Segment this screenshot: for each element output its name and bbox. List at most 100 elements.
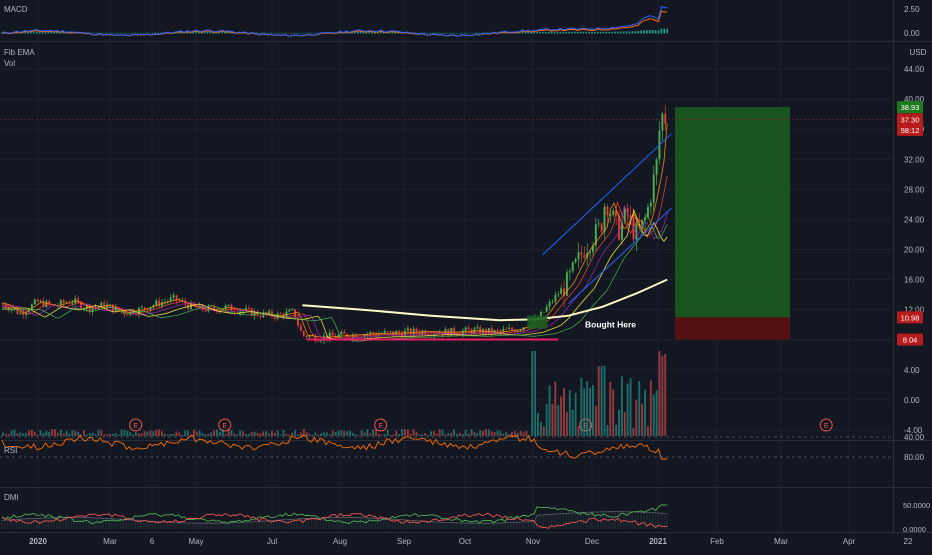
volume-bar bbox=[565, 412, 568, 436]
macd-histogram-bar bbox=[102, 32, 105, 34]
macd-histogram-bar bbox=[108, 32, 110, 34]
volume-bar bbox=[592, 385, 594, 436]
dmi-area-bar bbox=[440, 522, 443, 529]
macd-histogram-bar bbox=[90, 32, 93, 34]
time-tick-label: Apr bbox=[843, 537, 856, 546]
candle-body bbox=[172, 295, 175, 298]
macd-histogram-bar bbox=[50, 32, 52, 34]
volume-bar bbox=[213, 430, 216, 436]
dmi-area-bar bbox=[264, 520, 266, 529]
dmi-area-bar bbox=[119, 519, 122, 529]
volume-bar bbox=[77, 431, 80, 436]
dmi-area-bar bbox=[168, 522, 171, 529]
macd-histogram-bar bbox=[116, 32, 119, 34]
volume-bar bbox=[62, 433, 65, 436]
volume-bar bbox=[207, 433, 210, 436]
macd-histogram-bar bbox=[140, 32, 142, 34]
dmi-area-bar bbox=[261, 521, 264, 529]
volume-bar bbox=[325, 432, 328, 436]
volume-bar bbox=[224, 434, 227, 436]
dmi-area-bar bbox=[215, 523, 217, 529]
volume-bar bbox=[638, 380, 641, 436]
volume-bar bbox=[409, 433, 412, 436]
volume-bar bbox=[461, 434, 464, 436]
dmi-tick-label: 50.0000 bbox=[903, 501, 930, 510]
dmi-area-bar bbox=[359, 517, 362, 529]
volume-bar bbox=[97, 429, 100, 436]
dmi-area-bar bbox=[414, 520, 417, 529]
volume-bar bbox=[351, 432, 354, 436]
volume-bar bbox=[629, 378, 632, 436]
volume-bar bbox=[323, 432, 325, 436]
chart-svg[interactable]: Bought HereEEEEE 44.0040.0036.0032.0028.… bbox=[0, 0, 932, 550]
candle-body bbox=[294, 309, 297, 319]
dmi-area-bar bbox=[206, 523, 209, 529]
macd-histogram-bar bbox=[527, 32, 530, 34]
stock-chart[interactable]: Bought HereEEEEE 44.0040.0036.0032.0028.… bbox=[0, 0, 932, 550]
dmi-area-bar bbox=[76, 517, 78, 529]
volume-bar bbox=[56, 432, 59, 436]
candle-body bbox=[574, 259, 577, 263]
volume-bar bbox=[392, 434, 395, 436]
macd-histogram-bar bbox=[316, 32, 319, 34]
volume-bar bbox=[317, 434, 320, 436]
volume-bar bbox=[430, 431, 432, 436]
volume-bar bbox=[600, 366, 603, 436]
macd-histogram-bar bbox=[620, 31, 622, 34]
dmi-area-bar bbox=[356, 517, 359, 529]
volume-bar bbox=[175, 431, 178, 436]
volume-bar bbox=[36, 434, 39, 436]
time-tick-label: May bbox=[188, 537, 203, 546]
volume-bar bbox=[230, 430, 233, 436]
macd-histogram-bar bbox=[573, 31, 576, 34]
dmi-area-bar bbox=[122, 519, 125, 529]
macd-histogram-bar bbox=[284, 32, 287, 34]
volume-bar bbox=[117, 434, 120, 436]
dmi-area-bar bbox=[284, 519, 287, 529]
macd-histogram-bar bbox=[206, 32, 209, 34]
volume-bar bbox=[13, 429, 16, 436]
dmi-area-bar bbox=[452, 522, 454, 529]
macd-histogram-bar bbox=[628, 31, 631, 34]
volume-bar bbox=[658, 351, 661, 436]
volume-bar bbox=[363, 432, 366, 436]
grid bbox=[0, 0, 932, 550]
dmi-area-bar bbox=[429, 521, 431, 529]
volume-bar bbox=[609, 382, 612, 436]
dmi-area-bar bbox=[218, 523, 220, 529]
volume-bar bbox=[331, 430, 334, 436]
volume-bar bbox=[140, 433, 143, 436]
dmi-area-bar bbox=[96, 518, 99, 529]
candle-body bbox=[560, 288, 563, 295]
dmi-area-bar bbox=[354, 517, 356, 529]
volume-bar bbox=[279, 434, 282, 436]
volume-bar bbox=[404, 429, 406, 436]
macd-histogram-bar bbox=[570, 31, 573, 34]
macd-histogram-bar bbox=[649, 29, 651, 34]
volume-bar bbox=[85, 434, 88, 436]
volume-bar bbox=[233, 433, 236, 436]
volume-bar bbox=[297, 434, 299, 436]
macd-histogram-bar bbox=[209, 32, 212, 34]
volume-bar bbox=[299, 432, 302, 436]
time-tick-label: Feb bbox=[710, 537, 724, 546]
macd-histogram-bar bbox=[380, 32, 382, 34]
macd-histogram-bar bbox=[562, 32, 564, 34]
macd-tick-label: 2.50 bbox=[904, 5, 920, 14]
macd-histogram-bar bbox=[449, 32, 452, 34]
volume-bar bbox=[74, 431, 77, 436]
volume-bar bbox=[554, 381, 557, 436]
macd-histogram-bar bbox=[536, 32, 538, 34]
candle-body bbox=[146, 309, 149, 311]
volume-bar bbox=[372, 429, 375, 436]
volume-bar bbox=[161, 431, 163, 436]
dmi-area-bar bbox=[461, 523, 463, 529]
candle-body bbox=[401, 332, 404, 337]
dmi-area-bar bbox=[310, 518, 313, 529]
macd-histogram-bar bbox=[113, 32, 116, 34]
macd-histogram-bar bbox=[472, 32, 475, 34]
volume-bar bbox=[135, 432, 137, 436]
dmi-area-bar bbox=[232, 522, 235, 529]
dmi-area-bar bbox=[53, 517, 55, 529]
macd-histogram-bar bbox=[660, 28, 663, 34]
